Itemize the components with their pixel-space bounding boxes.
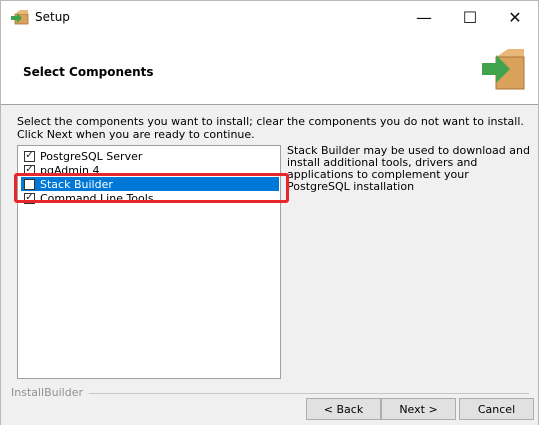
component-postgresql-server[interactable]: ✓ PostgreSQL Server — [21, 149, 279, 163]
wizard-body: Select the components you want to instal… — [1, 105, 538, 425]
minimize-button[interactable]: — — [401, 1, 447, 33]
highlight-annotation-box — [14, 173, 289, 203]
minimize-icon: — — [416, 7, 432, 27]
next-button[interactable]: Next > — [381, 398, 456, 420]
maximize-button[interactable]: ☐ — [447, 1, 493, 33]
component-description: Stack Builder may be used to download an… — [287, 144, 530, 193]
checkbox-postgresql-server[interactable]: ✓ — [24, 150, 35, 162]
component-label: PostgreSQL Server — [40, 149, 143, 163]
page-title: Select Components — [23, 65, 154, 79]
window-title: Setup — [35, 10, 70, 24]
installbuilder-brand: InstallBuilder — [11, 386, 84, 399]
back-button[interactable]: < Back — [306, 398, 381, 420]
installer-app-icon — [11, 10, 29, 25]
close-icon: ✕ — [508, 7, 522, 27]
close-button[interactable]: ✕ — [492, 1, 538, 33]
title-bar: Setup — ☐ ✕ — [1, 1, 538, 33]
setup-window: Setup — ☐ ✕ Select Components Select the… — [0, 0, 539, 425]
cancel-button[interactable]: Cancel — [459, 398, 534, 420]
installer-box-icon — [482, 49, 525, 90]
instructions-text: Select the components you want to instal… — [17, 115, 524, 141]
maximize-icon: ☐ — [462, 7, 478, 27]
wizard-header: Select Components — [1, 33, 538, 105]
footer-divider — [89, 393, 529, 394]
